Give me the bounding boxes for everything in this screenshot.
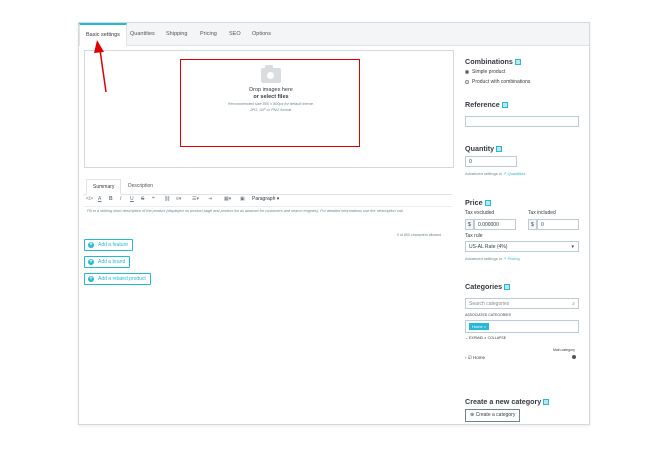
text-color-icon[interactable]: A bbox=[98, 196, 101, 202]
quantity-title: Quantity bbox=[465, 144, 503, 153]
indent-icon[interactable]: ⇥ bbox=[208, 196, 212, 202]
help-icon[interactable] bbox=[496, 146, 503, 153]
quantity-advanced-settings: Advanced settings in ↗ Quantities bbox=[465, 171, 526, 176]
select-files-link[interactable]: or select files bbox=[181, 94, 361, 100]
new-category-title: Create a new category bbox=[465, 397, 550, 406]
tax-excluded-label: Tax excluded bbox=[465, 210, 495, 216]
reference-title: Reference bbox=[465, 100, 508, 109]
price-title: Price bbox=[465, 198, 491, 207]
highlight-box: Drop images here or select files Recomme… bbox=[180, 59, 360, 147]
main-category-radio[interactable] bbox=[572, 355, 576, 359]
quote-icon[interactable]: ❝ bbox=[152, 196, 155, 202]
code-icon[interactable]: </> bbox=[86, 196, 93, 202]
link-icon[interactable]: ⛓ bbox=[164, 196, 170, 202]
bold-icon[interactable]: B bbox=[109, 196, 113, 202]
radio-simple-product[interactable]: Simple product bbox=[465, 69, 505, 75]
combinations-title: Combinations bbox=[465, 57, 521, 66]
help-icon[interactable] bbox=[543, 399, 550, 406]
summary-textarea[interactable]: Fill in a striking short description of … bbox=[84, 206, 452, 234]
plus-icon: ⊕ bbox=[470, 412, 475, 418]
editor-tabs: Summary Description bbox=[84, 179, 452, 195]
price-tax-included-input[interactable]: 0 bbox=[537, 219, 579, 230]
tab-seo[interactable]: SEO bbox=[223, 23, 247, 45]
help-icon[interactable] bbox=[514, 59, 521, 66]
tab-quantities[interactable]: Quantities bbox=[124, 23, 161, 45]
align-icon[interactable]: ≡▾ bbox=[176, 196, 181, 202]
associated-categories-label: ASSOCIATED CATEGORIES bbox=[465, 313, 511, 317]
tab-pricing[interactable]: Pricing bbox=[194, 23, 223, 45]
right-sidebar: Combinations Simple product Product with… bbox=[461, 23, 589, 424]
plus-icon: + bbox=[88, 259, 94, 265]
image-dropzone[interactable]: Drop images here or select files Recomme… bbox=[84, 50, 454, 168]
help-icon[interactable] bbox=[504, 284, 511, 291]
tax-included-label: Tax included bbox=[528, 210, 556, 216]
expand-collapse[interactable]: ⌄ EXPAND ∧ COLLAPSE bbox=[465, 336, 506, 340]
tab-shipping[interactable]: Shipping bbox=[160, 23, 193, 45]
help-icon[interactable] bbox=[501, 102, 508, 109]
tax-rule-select[interactable]: US-AL Rate (4%) ▾ bbox=[465, 241, 579, 252]
list-icon[interactable]: ☰▾ bbox=[192, 196, 199, 202]
categories-title: Categories bbox=[465, 282, 511, 291]
camera-icon bbox=[261, 65, 281, 83]
tab-summary[interactable]: Summary bbox=[86, 179, 122, 195]
summary-editor: Summary Description </> A B I U S ❝ ⛓ ≡▾… bbox=[84, 179, 452, 241]
currency-addon: $ bbox=[465, 219, 474, 230]
dropzone-title: Drop images here bbox=[249, 87, 293, 93]
underline-icon[interactable]: U bbox=[130, 196, 134, 202]
strikethrough-icon[interactable]: S bbox=[141, 196, 144, 202]
add-related-product-button[interactable]: + Add a related product bbox=[84, 273, 151, 285]
plus-icon: + bbox=[88, 242, 94, 248]
dropzone-hint-size: Recommended size 800 x 800px for default… bbox=[228, 102, 314, 106]
radio-product-with-combinations[interactable]: Product with combinations bbox=[465, 79, 530, 85]
category-tree-item-home[interactable]: › ☑ Home bbox=[465, 355, 485, 361]
quantities-link[interactable]: ↗ Quantities bbox=[503, 171, 525, 176]
radio-dot-icon bbox=[465, 79, 469, 84]
radio-dot-icon bbox=[465, 69, 469, 74]
associated-categories-box: Home × bbox=[465, 320, 579, 333]
pricing-link[interactable]: ↗ Pricing bbox=[503, 256, 520, 261]
tab-description[interactable]: Description bbox=[122, 179, 159, 193]
price-tax-excluded-input[interactable]: 0.000000 bbox=[474, 219, 516, 230]
tax-rule-label: Tax rule bbox=[465, 233, 483, 239]
help-icon[interactable] bbox=[484, 200, 491, 207]
search-categories-input[interactable]: Search categories ⌕ bbox=[465, 298, 579, 309]
add-brand-button[interactable]: + Add a brand bbox=[84, 256, 131, 268]
quantity-input[interactable]: 0 bbox=[465, 156, 517, 167]
image-icon[interactable]: ▣ bbox=[240, 196, 245, 202]
plus-icon: + bbox=[88, 276, 94, 282]
tab-options[interactable]: Options bbox=[246, 23, 277, 45]
editor-toolbar: </> A B I U S ❝ ⛓ ≡▾ ☰▾ ⇥ ▦▾ ▣ Paragraph… bbox=[84, 195, 452, 205]
reference-input[interactable] bbox=[465, 116, 579, 127]
format-select[interactable]: Paragraph ▾ bbox=[252, 196, 279, 202]
price-advanced-settings: Advanced settings in ↗ Pricing bbox=[465, 256, 520, 261]
search-icon: ⌕ bbox=[572, 301, 575, 307]
character-counter: 0 of 800 characters allowed bbox=[397, 233, 441, 237]
tab-basic-settings[interactable]: Basic settings bbox=[79, 23, 127, 46]
product-form-card: Basic settings Quantities Shipping Prici… bbox=[78, 22, 590, 425]
table-icon[interactable]: ▦▾ bbox=[224, 196, 231, 202]
main-category-label: Main category bbox=[553, 348, 575, 352]
italic-icon[interactable]: I bbox=[120, 196, 121, 202]
dropzone-hint-format: JPG, GIF or PNG format. bbox=[249, 108, 293, 112]
create-category-button[interactable]: ⊕ Create a category bbox=[465, 409, 521, 422]
currency-addon: $ bbox=[528, 219, 537, 230]
add-feature-button[interactable]: + Add a feature bbox=[84, 239, 134, 251]
chevron-down-icon: ▾ bbox=[571, 244, 574, 250]
category-tag-home[interactable]: Home × bbox=[469, 323, 490, 330]
